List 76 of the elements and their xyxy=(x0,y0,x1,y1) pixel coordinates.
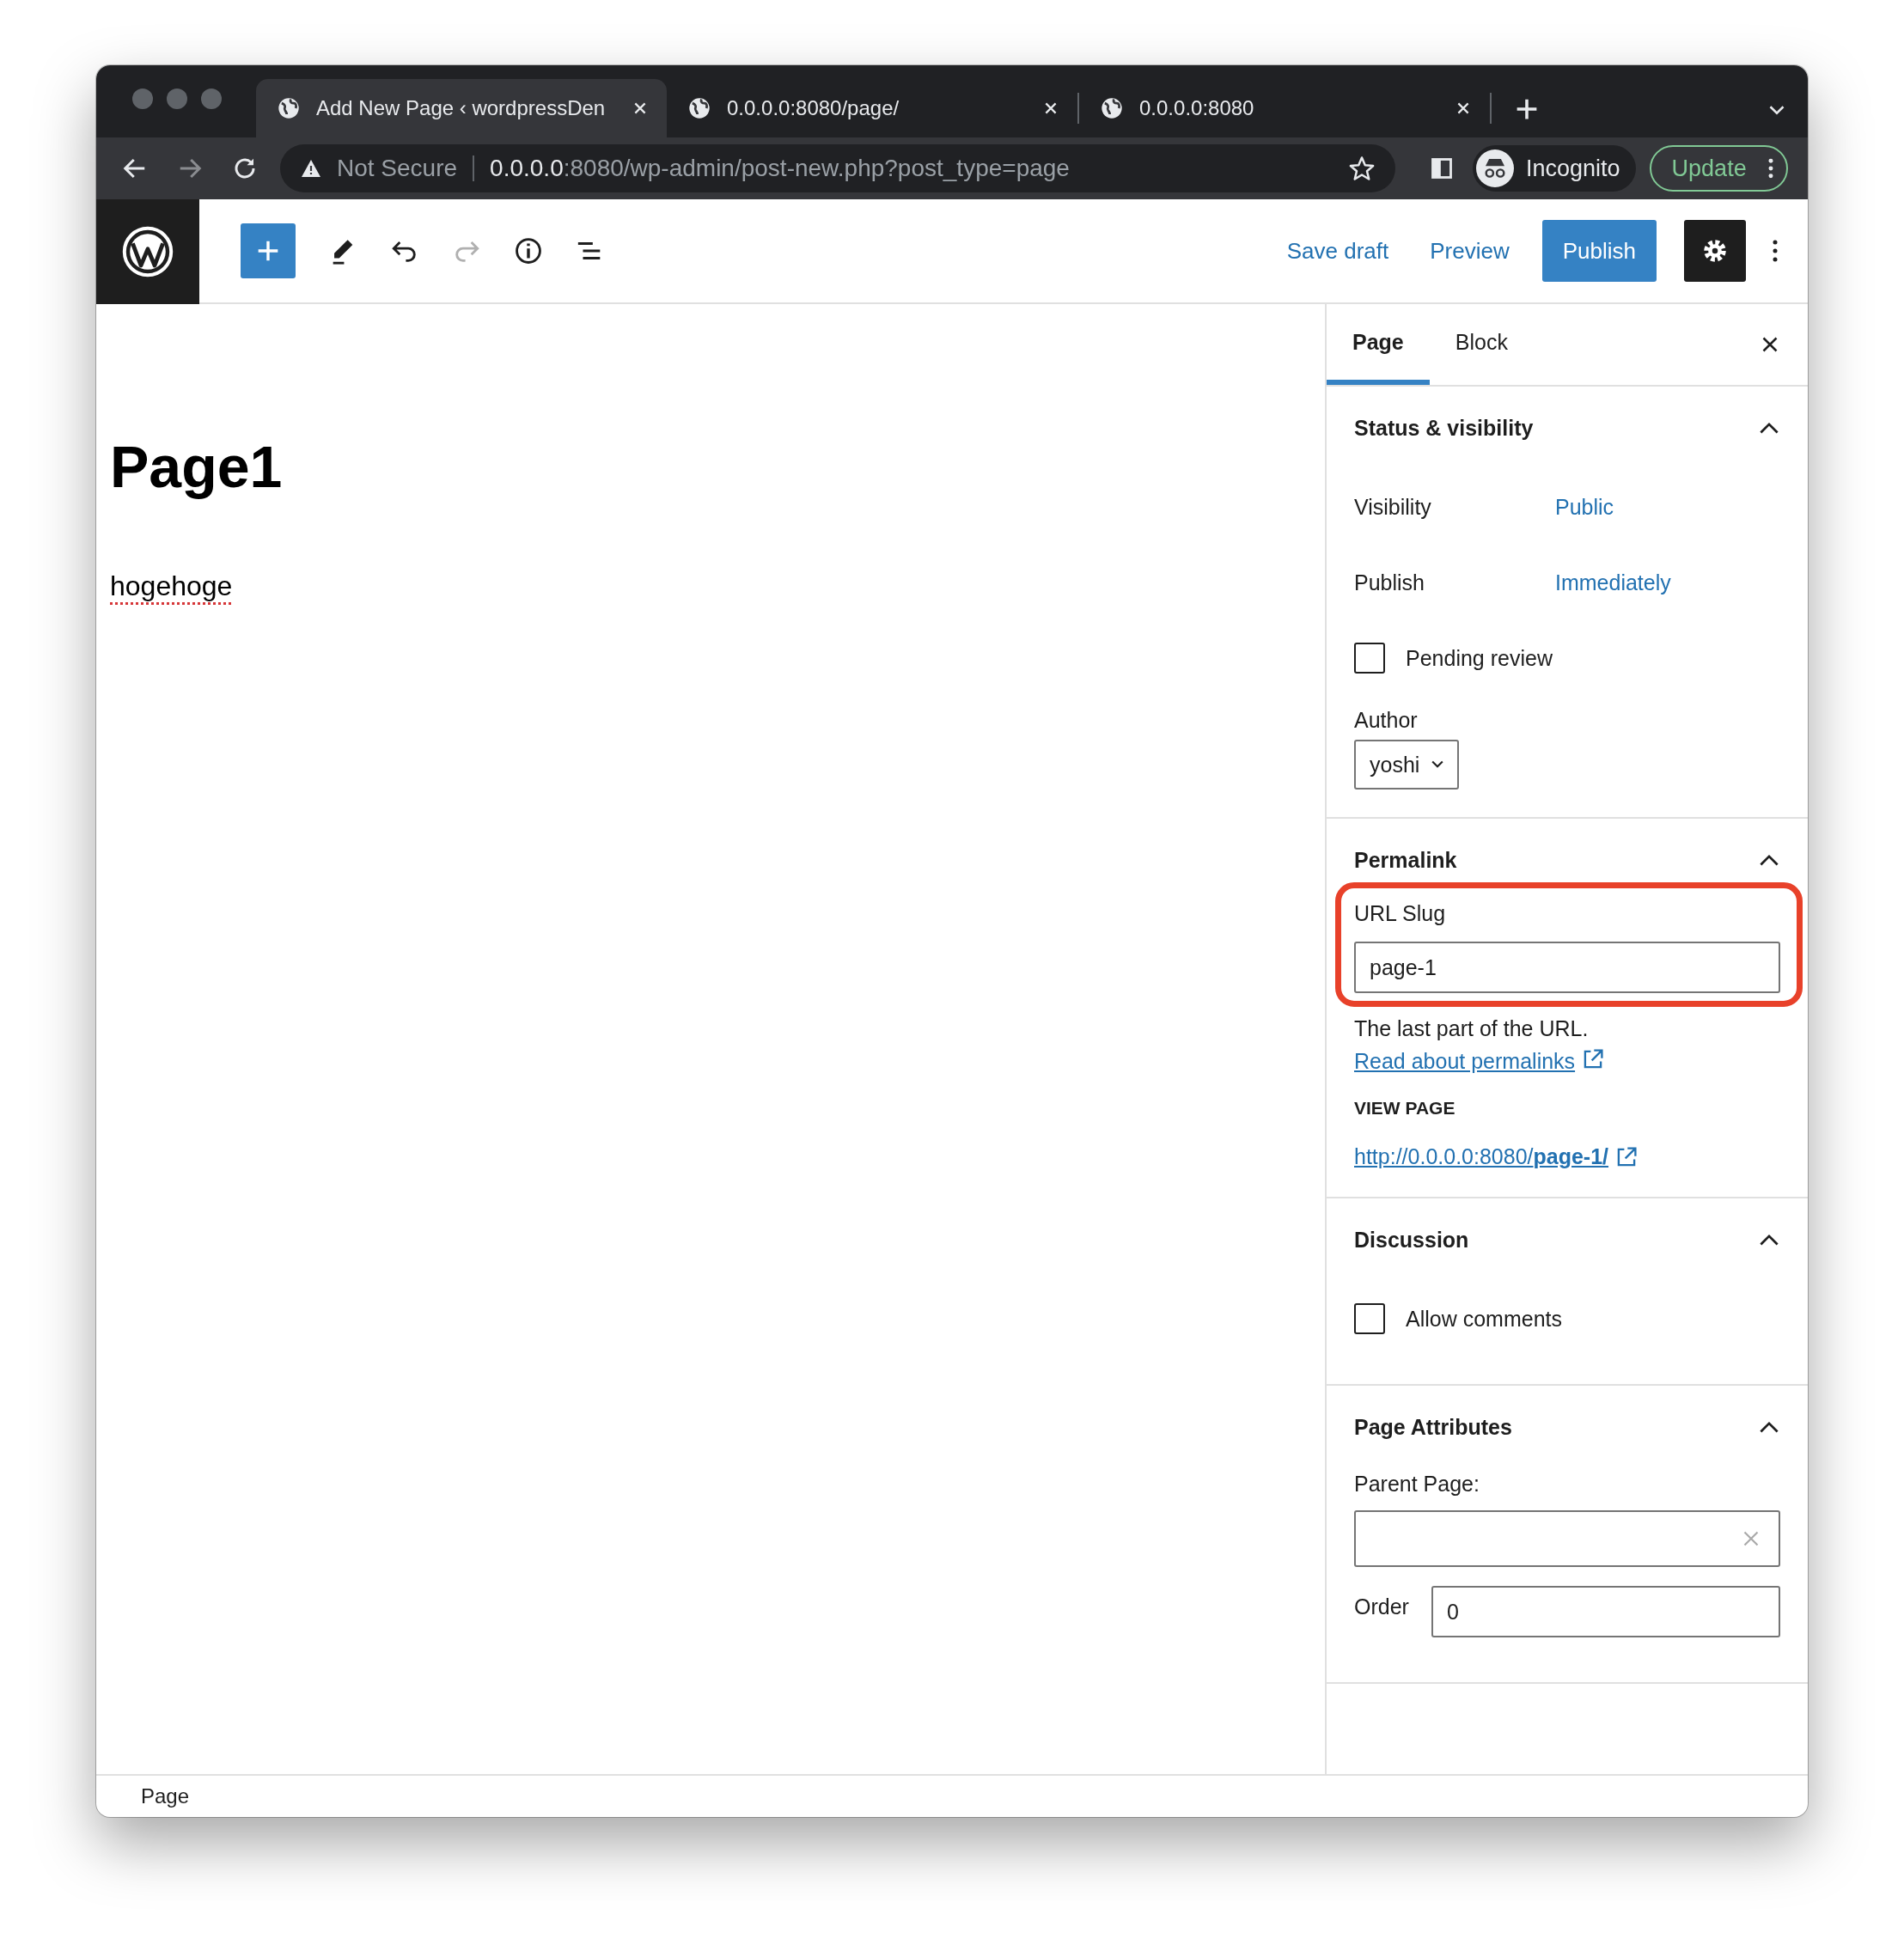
order-input[interactable]: 0 xyxy=(1431,1586,1780,1637)
panel-toggle[interactable]: Status & visibility xyxy=(1327,387,1808,469)
checkbox[interactable] xyxy=(1354,1303,1385,1334)
author-select[interactable]: yoshi xyxy=(1354,740,1460,790)
external-link-icon[interactable] xyxy=(1615,1145,1639,1168)
more-icon[interactable] xyxy=(1772,238,1779,264)
add-block-button[interactable] xyxy=(241,223,296,278)
close-icon[interactable] xyxy=(632,101,648,116)
panel-title: Permalink xyxy=(1354,847,1457,873)
preview-button[interactable]: Preview xyxy=(1416,237,1523,265)
chevron-down-icon xyxy=(1431,760,1444,769)
tab-title: 0.0.0.0:8080 xyxy=(1139,96,1255,120)
panel-toggle[interactable]: Permalink xyxy=(1327,819,1808,901)
slug-input[interactable]: page-1 xyxy=(1354,942,1780,993)
page-url-link[interactable]: http://0.0.0.0:8080/page-1/ xyxy=(1354,1144,1609,1169)
sidebar-icon[interactable] xyxy=(1430,156,1454,180)
sidebar-tab[interactable]: Page xyxy=(1327,304,1430,385)
page-title[interactable]: Page1 xyxy=(110,433,283,500)
update-button[interactable]: Update xyxy=(1649,145,1788,192)
globe-icon xyxy=(1100,96,1124,120)
panel-title: Page Attributes xyxy=(1354,1414,1512,1440)
field-label: URL Slug xyxy=(1354,901,1447,926)
field-label: Parent Page: xyxy=(1354,1472,1480,1497)
breadcrumb[interactable]: Page xyxy=(141,1784,190,1808)
setting-value-link[interactable]: Public xyxy=(1555,494,1614,520)
settings-button[interactable] xyxy=(1684,220,1746,282)
profile-button[interactable]: Incognito xyxy=(1473,145,1636,192)
setting-label: Visibility xyxy=(1354,494,1432,520)
checkbox[interactable] xyxy=(1354,643,1385,674)
close-icon[interactable] xyxy=(1761,336,1779,353)
info-icon[interactable] xyxy=(514,236,543,265)
close-icon[interactable] xyxy=(1043,101,1059,116)
window-control[interactable] xyxy=(167,88,187,109)
window-control[interactable] xyxy=(132,88,153,109)
setting-label: Publish xyxy=(1354,570,1425,595)
permalinks-link[interactable]: Read about permalinks xyxy=(1354,1049,1605,1073)
save-draft-button[interactable]: Save draft xyxy=(1272,237,1403,265)
incognito-icon xyxy=(1476,149,1514,187)
globe-icon xyxy=(277,96,301,120)
checkbox-label: Allow comments xyxy=(1406,1306,1562,1332)
field-label: Author xyxy=(1354,708,1418,733)
checkbox-label: Pending review xyxy=(1406,645,1553,671)
browser-tab[interactable]: 0.0.0.0:8080/page/ xyxy=(667,79,1077,137)
address-field[interactable]: Not Secure 0.0.0.0:8080/wp-admin/post-new.php?post_type=page xyxy=(280,144,1395,192)
star-icon[interactable] xyxy=(1349,155,1375,181)
panel-toggle[interactable]: Discussion xyxy=(1327,1198,1808,1281)
sidebar-tab[interactable]: Block xyxy=(1429,304,1534,385)
view-page-heading: VIEW PAGE xyxy=(1354,1098,1456,1119)
url-text: 0.0.0.0:8080/wp-admin/post-new.php?post_type=page xyxy=(490,155,1071,182)
tab-title: 0.0.0.0:8080/page/ xyxy=(727,96,900,120)
logo-icon xyxy=(120,224,175,279)
chevron-up-icon xyxy=(1760,422,1779,434)
help-text: The last part of the URL. Read about permalinks xyxy=(1354,1012,1780,1077)
warning-icon xyxy=(301,158,321,179)
close-icon[interactable] xyxy=(1455,101,1471,116)
globe-icon xyxy=(687,96,711,120)
more-icon[interactable] xyxy=(1767,157,1774,180)
publish-button[interactable]: Publish xyxy=(1541,220,1657,282)
browser-tab[interactable]: Add New Page ‹ wordpressDen xyxy=(256,79,667,137)
external-link-icon xyxy=(1582,1048,1605,1070)
plus-icon[interactable] xyxy=(1516,98,1538,120)
setting-value-link[interactable]: Immediately xyxy=(1555,570,1671,595)
panel-title: Discussion xyxy=(1354,1227,1469,1253)
parent-page-combobox[interactable] xyxy=(1354,1510,1780,1567)
panel-title: Status & visibility xyxy=(1354,415,1534,441)
security-label: Not Secure xyxy=(337,155,458,182)
chevron-up-icon xyxy=(1760,1421,1779,1433)
panel-toggle[interactable]: Page Attributes xyxy=(1327,1386,1808,1468)
window-control[interactable] xyxy=(201,88,222,109)
browser-tab[interactable]: 0.0.0.0:8080 xyxy=(1079,79,1490,137)
wordpress-logo[interactable] xyxy=(96,199,199,304)
chevron-up-icon xyxy=(1760,1234,1779,1246)
chevron-up-icon xyxy=(1760,854,1779,866)
field-label: Order xyxy=(1354,1594,1409,1619)
paragraph-block[interactable]: hogehoge xyxy=(110,570,233,602)
tab-title: Add New Page ‹ wordpressDen xyxy=(316,96,607,120)
